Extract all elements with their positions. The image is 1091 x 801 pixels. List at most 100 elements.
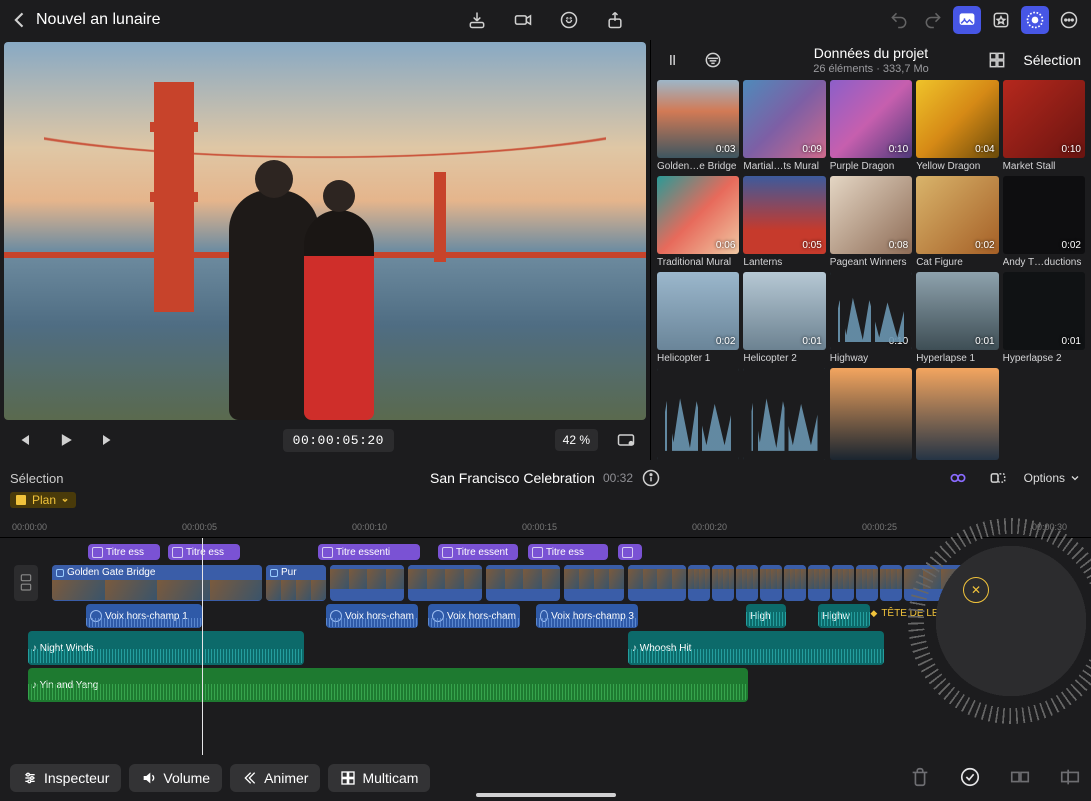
import-icon[interactable] — [463, 6, 491, 34]
back-button[interactable] — [8, 6, 32, 34]
clip-name: Highway — [830, 353, 912, 364]
clip-duration: 0:05 — [802, 240, 821, 251]
inspector-button[interactable]: Inspecteur — [10, 764, 121, 792]
voiceover-clip[interactable]: Voix hors-champ 1 — [86, 604, 202, 628]
viewer-zoom[interactable]: 42 % — [555, 429, 598, 451]
video-clip[interactable] — [712, 565, 734, 601]
music-clip[interactable]: ♪ Yin and Yang — [28, 668, 748, 702]
voiceover-icon[interactable] — [555, 6, 583, 34]
media-clip[interactable] — [830, 368, 912, 460]
content-library-icon[interactable] — [987, 6, 1015, 34]
media-clip[interactable]: 0:03Golden…e Bridge — [657, 80, 739, 172]
title-clip[interactable] — [618, 544, 642, 560]
next-edit-icon[interactable] — [94, 426, 122, 454]
enable-clip-icon[interactable] — [959, 766, 981, 791]
video-clip[interactable] — [408, 565, 482, 601]
video-clip[interactable] — [980, 565, 1040, 601]
viewer-timecode[interactable]: 00:00:05:20 — [283, 429, 394, 452]
split-clip-icon[interactable] — [1009, 766, 1031, 791]
video-clip[interactable]: Golden Gate Bridge — [52, 565, 262, 601]
media-clip[interactable]: 0:01Hyperlapse 1 — [916, 272, 998, 364]
undo-icon[interactable] — [885, 6, 913, 34]
title-clip[interactable]: Titre ess — [528, 544, 608, 560]
video-clip[interactable] — [808, 565, 830, 601]
media-clip[interactable]: 0:01Hyperlapse 2 — [1003, 272, 1085, 364]
media-clip[interactable] — [657, 368, 739, 460]
play-button[interactable] — [52, 426, 80, 454]
media-clip[interactable] — [743, 368, 825, 460]
trim-tool-icon[interactable] — [1059, 766, 1081, 791]
sidebar-toggle-icon[interactable] — [661, 46, 689, 74]
filter-icon[interactable] — [699, 46, 727, 74]
video-clip[interactable] — [736, 565, 758, 601]
clip-name: Pageant Winners — [830, 257, 912, 268]
more-icon[interactable] — [1055, 6, 1083, 34]
video-clip[interactable] — [564, 565, 624, 601]
media-clip[interactable]: 0:02Cat Figure — [916, 176, 998, 268]
media-clip[interactable]: 0:04Yellow Dragon — [916, 80, 998, 172]
redo-icon[interactable] — [919, 6, 947, 34]
multicam-button[interactable]: Multicam — [328, 764, 430, 792]
browser-select-label[interactable]: Sélection — [1023, 52, 1081, 68]
timeline-info-icon[interactable] — [641, 468, 661, 488]
media-clip[interactable]: 0:08Pageant Winners — [830, 176, 912, 268]
title-clip[interactable]: Titre essent — [438, 544, 518, 560]
media-clip[interactable]: 0:01Helicopter 2 — [743, 272, 825, 364]
video-clip[interactable] — [760, 565, 782, 601]
video-clip[interactable] — [486, 565, 560, 601]
video-clip[interactable]: Pur — [266, 565, 326, 601]
prev-edit-icon[interactable] — [10, 426, 38, 454]
camera-icon[interactable] — [509, 6, 537, 34]
video-clip[interactable] — [784, 565, 806, 601]
media-clip[interactable]: 0:06Traditional Mural — [657, 176, 739, 268]
viewer-display-options-icon[interactable] — [612, 426, 640, 454]
timeline-options-button[interactable]: Options — [1024, 471, 1081, 485]
media-clip[interactable]: 0:02Andy T…ductions — [1003, 176, 1085, 268]
sfx-clip[interactable]: Highw — [818, 604, 870, 628]
timeline-index-chip[interactable]: Plan — [10, 492, 76, 508]
title-clip[interactable]: Titre ess — [88, 544, 160, 560]
media-clip[interactable] — [1003, 368, 1085, 460]
clip-duration: 0:10 — [889, 336, 908, 347]
voiceover-clip[interactable]: Voix hors-champ 3 — [536, 604, 638, 628]
video-clip[interactable] — [856, 565, 878, 601]
snapping-icon[interactable] — [984, 464, 1012, 492]
title-clip[interactable]: Titre ess — [168, 544, 240, 560]
media-clip[interactable]: 0:02Helicopter 1 — [657, 272, 739, 364]
share-icon[interactable] — [601, 6, 629, 34]
media-browser-icon[interactable] — [953, 6, 981, 34]
ruler-tick: 00:00:00 — [12, 522, 47, 532]
video-clip[interactable] — [688, 565, 710, 601]
sfx-clip[interactable]: High — [746, 604, 786, 628]
video-clip[interactable] — [330, 565, 404, 601]
voiceover-clip[interactable]: Voix hors-cham — [428, 604, 520, 628]
clip-name: Lanterns — [743, 257, 825, 268]
media-clip[interactable]: 0:10Market Stall — [1003, 80, 1085, 172]
timeline-tracks[interactable]: Titre ess Titre ess Titre essenti Titre ess… — [0, 538, 1091, 755]
video-clip[interactable] — [832, 565, 854, 601]
view-mode-icon[interactable] — [983, 46, 1011, 74]
timeline-ruler[interactable]: 00:00:0000:00:0500:00:1000:00:1500:00:20… — [0, 518, 1091, 538]
media-clip[interactable] — [916, 368, 998, 460]
sfx-clip[interactable]: ♪ Night Winds — [28, 631, 304, 665]
media-clip[interactable]: 0:10Purple Dragon — [830, 80, 912, 172]
connected-clips-icon[interactable] — [944, 464, 972, 492]
jog-close-button[interactable]: ✕ — [963, 577, 989, 603]
timeline-index-thumb[interactable] — [14, 565, 38, 601]
volume-button[interactable]: Volume — [129, 764, 222, 792]
media-clip[interactable]: 0:10 Highway — [830, 272, 912, 364]
animate-button[interactable]: Animer — [230, 764, 320, 792]
title-clip[interactable]: Titre essenti — [318, 544, 420, 560]
video-clip[interactable] — [880, 565, 902, 601]
clip-name: Hyperlapse 2 — [1003, 353, 1085, 364]
sfx-clip[interactable]: ♪ Whoosh Hit — [628, 631, 884, 665]
playhead[interactable] — [202, 538, 203, 755]
voiceover-clip[interactable]: Voix hors-cham — [326, 604, 418, 628]
viewer-canvas[interactable] — [4, 42, 646, 420]
jog-wheel-icon[interactable] — [1021, 6, 1049, 34]
media-clip[interactable]: 0:09Martial…ts Mural — [743, 80, 825, 172]
video-clip[interactable] — [628, 565, 686, 601]
sfx-clip[interactable]: ♪ — [968, 631, 1048, 665]
media-clip[interactable]: 0:05 Lanterns — [743, 176, 825, 268]
delete-icon[interactable] — [909, 766, 931, 791]
